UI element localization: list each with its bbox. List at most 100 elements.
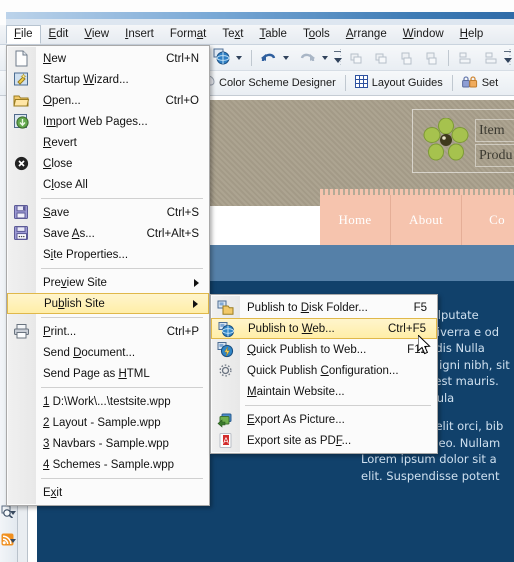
site-nav-about[interactable]: About bbox=[391, 195, 462, 245]
menu-item-label: Close bbox=[43, 157, 73, 170]
menu-item-export-as-picture[interactable]: Export As Picture... bbox=[211, 409, 437, 430]
chevron-down-icon[interactable] bbox=[10, 539, 16, 543]
menu-item-shortcut: Ctrl+P bbox=[166, 325, 199, 338]
menu-item-import-web-pages[interactable]: Import Web Pages... bbox=[7, 111, 209, 132]
chevron-down-icon[interactable] bbox=[322, 56, 329, 60]
menubar-table[interactable]: Table bbox=[251, 25, 295, 44]
layout-guides-label: Layout Guides bbox=[371, 77, 443, 89]
site-navbar[interactable]: Home About Co bbox=[320, 189, 514, 245]
publish-web-icon bbox=[218, 321, 235, 338]
menubar-edit[interactable]: Edit bbox=[41, 25, 77, 44]
canvas-scroll-strip[interactable] bbox=[18, 500, 28, 562]
menubar-help[interactable]: Help bbox=[452, 25, 492, 44]
rss-feed-button[interactable] bbox=[0, 528, 17, 556]
menubar-window[interactable]: Window bbox=[395, 25, 452, 44]
menu-item-send-document[interactable]: Send Document... bbox=[7, 342, 209, 363]
toolbar-overflow-button[interactable] bbox=[333, 49, 342, 67]
menubar-text[interactable]: Text bbox=[214, 25, 251, 44]
menu-item-recent-4[interactable]: 4 Schemes - Sample.wpp bbox=[7, 454, 209, 475]
menu-item-label: Save bbox=[43, 206, 70, 219]
menu-item-print[interactable]: Print... Ctrl+P bbox=[7, 321, 209, 342]
site-nav-home[interactable]: Home bbox=[320, 195, 391, 245]
menu-item-save[interactable]: Save Ctrl+S bbox=[7, 202, 209, 223]
menu-item-label: Publish to Disk Folder... bbox=[247, 301, 368, 314]
save-icon bbox=[13, 204, 30, 221]
chevron-down-icon[interactable] bbox=[235, 56, 242, 60]
menu-item-send-page-as-html[interactable]: Send Page as HTML bbox=[7, 363, 209, 384]
menu-item-open[interactable]: Open... Ctrl+O bbox=[7, 90, 209, 111]
menu-item-label: 3 Navbars - Sample.wpp bbox=[43, 437, 169, 450]
site-nav-contact[interactable]: Co bbox=[462, 195, 514, 245]
set-button[interactable]: Set bbox=[457, 73, 504, 93]
menubar-tools[interactable]: Tools bbox=[295, 25, 338, 44]
menu-item-label: 1 D:\Work\...\testsite.wpp bbox=[43, 395, 171, 408]
undo-icon bbox=[260, 49, 277, 67]
padlocks-icon bbox=[461, 75, 478, 91]
menu-item-site-properties[interactable]: Site Properties... bbox=[7, 244, 209, 265]
chevron-down-icon[interactable] bbox=[10, 511, 16, 515]
chevron-down-icon[interactable] bbox=[283, 56, 290, 60]
menu-item-shortcut: Ctrl+S bbox=[166, 206, 199, 219]
menu-item-recent-2[interactable]: 2 Layout - Sample.wpp bbox=[7, 412, 209, 433]
menu-item-close[interactable]: Close bbox=[7, 153, 209, 174]
distribute-vertical-button[interactable] bbox=[478, 48, 503, 68]
file-menu[interactable]: New Ctrl+N Startup Wizard... Open... Ctrl+O I… bbox=[6, 45, 210, 506]
menu-item-label: Preview Site bbox=[43, 276, 107, 289]
printer-icon bbox=[13, 323, 30, 340]
toolbar-overflow-button[interactable] bbox=[503, 49, 511, 67]
save-as-icon bbox=[13, 225, 30, 242]
title-bar bbox=[6, 12, 514, 19]
menu-item-quick-publish-configuration[interactable]: Quick Publish Configuration... bbox=[211, 360, 437, 381]
menu-item-save-as[interactable]: Save As... Ctrl+Alt+S bbox=[7, 223, 209, 244]
menubar-arrange[interactable]: Arrange bbox=[338, 25, 395, 44]
grid-icon bbox=[354, 75, 368, 91]
redo-toolbar-button[interactable] bbox=[294, 48, 333, 68]
menu-item-new[interactable]: New Ctrl+N bbox=[7, 48, 209, 69]
menu-item-label: Quick Publish Configuration... bbox=[247, 364, 399, 377]
menu-item-label: Publish Site bbox=[44, 297, 105, 310]
quick-publish-icon bbox=[217, 341, 234, 358]
publish-site-submenu[interactable]: Publish to Disk Folder... F5 Publish to We… bbox=[210, 294, 438, 454]
menu-separator bbox=[41, 317, 203, 318]
align-center-button[interactable] bbox=[369, 48, 394, 68]
align-right-icon bbox=[401, 52, 412, 64]
align-top-button[interactable] bbox=[419, 48, 444, 68]
menu-item-publish-site[interactable]: Publish Site bbox=[7, 293, 209, 314]
import-web-icon bbox=[13, 113, 30, 130]
gear-icon bbox=[217, 362, 234, 379]
menu-item-close-all[interactable]: Close All bbox=[7, 174, 209, 195]
align-right-button[interactable] bbox=[394, 48, 419, 68]
menubar-format[interactable]: Format bbox=[162, 25, 214, 44]
menu-item-export-site-as-pdf[interactable]: A Export site as PDF... bbox=[211, 430, 437, 451]
publish-web-icon bbox=[213, 48, 230, 68]
menu-item-publish-to-web[interactable]: Publish to Web... Ctrl+F5 bbox=[211, 318, 437, 339]
distribute-horizontal-button[interactable] bbox=[453, 48, 478, 68]
menubar-insert[interactable]: Insert bbox=[117, 25, 162, 44]
menu-item-publish-to-disk-folder[interactable]: Publish to Disk Folder... F5 bbox=[211, 297, 437, 318]
menu-item-maintain-website[interactable]: Maintain Website... bbox=[211, 381, 437, 402]
menu-item-revert[interactable]: Revert bbox=[7, 132, 209, 153]
menu-item-startup-wizard[interactable]: Startup Wizard... bbox=[7, 69, 209, 90]
publish-web-toolbar-button[interactable] bbox=[208, 48, 247, 68]
color-scheme-designer-label: Color Scheme Designer bbox=[219, 77, 336, 89]
close-circle-icon bbox=[13, 155, 30, 172]
color-scheme-designer-button[interactable]: Color Scheme Designer bbox=[196, 73, 341, 93]
menu-item-quick-publish-to-web[interactable]: Quick Publish to Web... F12 bbox=[211, 339, 437, 360]
undo-toolbar-button[interactable] bbox=[255, 48, 294, 68]
menu-item-label: Quick Publish to Web... bbox=[247, 343, 367, 356]
logo-line-1: Item bbox=[475, 119, 514, 142]
layout-guides-button[interactable]: Layout Guides bbox=[350, 73, 448, 93]
menu-item-recent-1[interactable]: 1 D:\Work\...\testsite.wpp bbox=[7, 391, 209, 412]
toolbar-separator bbox=[451, 75, 453, 91]
menu-item-recent-3[interactable]: 3 Navbars - Sample.wpp bbox=[7, 433, 209, 454]
pdf-icon: A bbox=[217, 432, 234, 449]
menubar-file[interactable]: File bbox=[6, 25, 41, 44]
redo-icon bbox=[299, 49, 316, 67]
align-left-button[interactable] bbox=[344, 48, 369, 68]
toolbar-separator bbox=[344, 75, 346, 91]
menu-item-preview-site[interactable]: Preview Site bbox=[7, 272, 209, 293]
align-top-icon bbox=[426, 52, 437, 64]
menu-item-exit[interactable]: Exit bbox=[7, 482, 209, 503]
menubar-view[interactable]: View bbox=[76, 25, 117, 44]
wizard-icon bbox=[13, 71, 30, 88]
